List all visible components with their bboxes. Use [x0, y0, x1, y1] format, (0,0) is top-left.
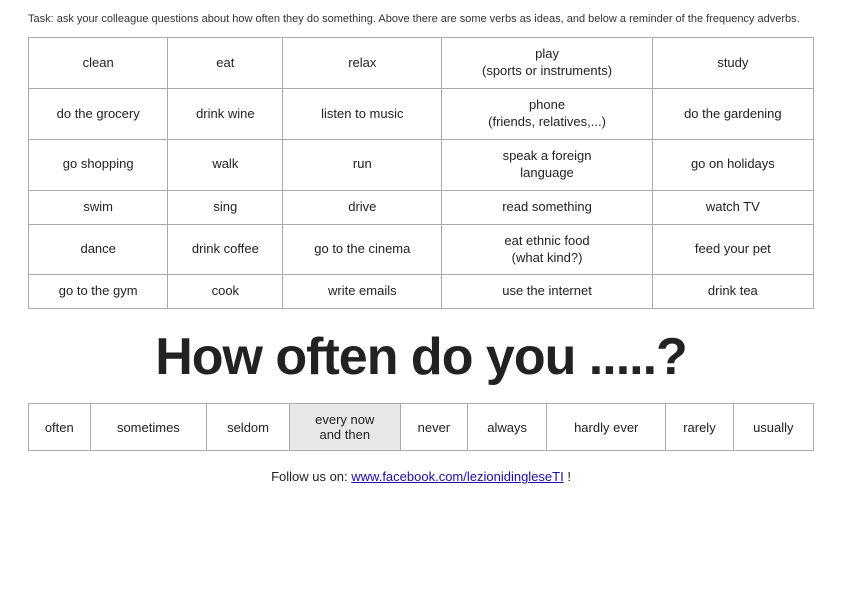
- verb-cell: swim: [29, 190, 168, 224]
- freq-cell: usually: [733, 404, 813, 451]
- task-text: Task: ask your colleague questions about…: [28, 12, 814, 27]
- freq-cell: never: [400, 404, 467, 451]
- verb-cell: relax: [283, 38, 442, 89]
- freq-cell: sometimes: [90, 404, 207, 451]
- verb-cell: write emails: [283, 275, 442, 309]
- freq-cell: seldom: [207, 404, 290, 451]
- big-question: How often do you .....?: [28, 327, 814, 387]
- footer-prefix: Follow us on:: [271, 469, 351, 484]
- freq-cell: every nowand then: [289, 404, 400, 451]
- verbs-table: cleaneatrelaxplay(sports or instruments)…: [28, 37, 814, 309]
- verb-cell: listen to music: [283, 89, 442, 140]
- verb-cell: go on holidays: [652, 139, 813, 190]
- verb-cell: drink tea: [652, 275, 813, 309]
- footer: Follow us on: www.facebook.com/lezionidi…: [28, 469, 814, 484]
- verb-cell: do the grocery: [29, 89, 168, 140]
- freq-table: oftensometimesseldomevery nowand thennev…: [28, 403, 814, 451]
- verb-cell: do the gardening: [652, 89, 813, 140]
- freq-cell: always: [468, 404, 547, 451]
- freq-cell: often: [29, 404, 91, 451]
- verb-cell: drink coffee: [168, 224, 283, 275]
- verb-cell: eat ethnic food(what kind?): [442, 224, 652, 275]
- verb-cell: study: [652, 38, 813, 89]
- verb-cell: drink wine: [168, 89, 283, 140]
- verb-cell: play(sports or instruments): [442, 38, 652, 89]
- verb-cell: cook: [168, 275, 283, 309]
- verb-cell: walk: [168, 139, 283, 190]
- verb-cell: go to the gym: [29, 275, 168, 309]
- verb-cell: go shopping: [29, 139, 168, 190]
- verb-cell: run: [283, 139, 442, 190]
- verb-cell: phone(friends, relatives,...): [442, 89, 652, 140]
- freq-cell: rarely: [666, 404, 733, 451]
- verb-cell: feed your pet: [652, 224, 813, 275]
- freq-cell: hardly ever: [547, 404, 666, 451]
- verb-cell: speak a foreignlanguage: [442, 139, 652, 190]
- footer-link[interactable]: www.facebook.com/lezionidingleseTI: [351, 469, 563, 484]
- verb-cell: watch TV: [652, 190, 813, 224]
- verb-cell: sing: [168, 190, 283, 224]
- verb-cell: go to the cinema: [283, 224, 442, 275]
- verb-cell: drive: [283, 190, 442, 224]
- verb-cell: read something: [442, 190, 652, 224]
- verb-cell: clean: [29, 38, 168, 89]
- footer-suffix: !: [564, 469, 571, 484]
- verb-cell: eat: [168, 38, 283, 89]
- verb-cell: dance: [29, 224, 168, 275]
- verb-cell: use the internet: [442, 275, 652, 309]
